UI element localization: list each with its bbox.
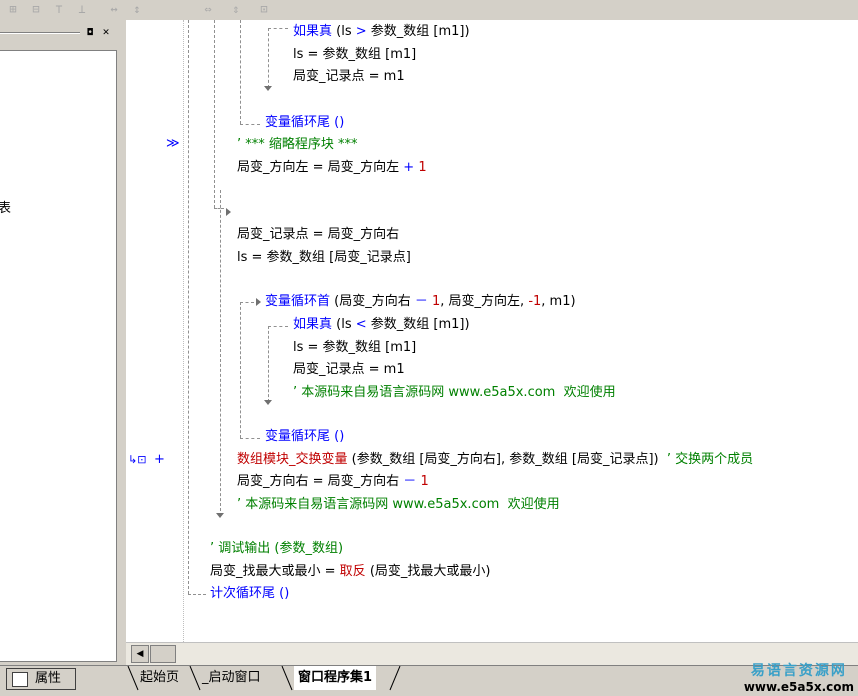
space-vertical-icon[interactable]: ↕ xyxy=(127,1,147,18)
align-center-icon[interactable]: ⊟ xyxy=(26,1,46,18)
align-top-icon[interactable]: ⊤ xyxy=(49,1,69,18)
panel-restore-icon[interactable]: ◘ xyxy=(84,27,96,39)
scroll-left-icon[interactable]: ◀ xyxy=(131,645,149,663)
code-line-18[interactable]: ’ 调试输出 (参数_数组) xyxy=(210,541,343,557)
code-line-9[interactable]: 变量循环首 (局变_方向右 － 1, 局变_方向左, -1, m1) xyxy=(265,294,576,310)
align-middle-icon[interactable]: ⊥ xyxy=(72,1,92,18)
code-line-16[interactable]: 局变_方向右 = 局变_方向右 － 1 xyxy=(237,474,429,490)
arrow-down-icon xyxy=(264,86,272,91)
loop-guide xyxy=(188,20,189,594)
tab-start-page[interactable]: 起始页 xyxy=(140,666,179,690)
bottom-bar: 属性 起始页 _启动窗口 窗口程序集1 易语言资源网 www.e5a5x.com xyxy=(0,663,858,696)
code-line-4[interactable]: 变量循环尾 () xyxy=(265,115,344,131)
code-line-15[interactable]: 数组模块_交换变量 (参数_数组 [局变_方向右], 参数_数组 [局变_记录点… xyxy=(237,452,753,468)
block-guide xyxy=(214,20,215,208)
tab-divider xyxy=(127,666,139,691)
code-line-7[interactable]: 局变_记录点 = 局变_方向右 xyxy=(237,227,399,243)
space-horizontal-icon[interactable]: ↔ xyxy=(104,1,124,18)
code-editor[interactable]: ≫ ↳⊡ + 如果真 (ls > 参数_数组 [m1]) ls = 参数_数组 … xyxy=(126,20,858,642)
tab-window-module[interactable]: 窗口程序集1 xyxy=(294,666,377,690)
gutter-divider xyxy=(183,20,184,642)
tab-divider xyxy=(281,666,293,691)
watermark: 易语言资源网 www.e5a5x.com xyxy=(744,660,854,694)
inner-loop-guide-2 xyxy=(240,302,241,438)
tab-divider xyxy=(189,666,201,691)
code-line-17[interactable]: ’ 本源码来自易语言源码网 www.e5a5x.com 欢迎使用 xyxy=(237,497,560,513)
code-line-11[interactable]: ls = 参数_数组 [m1] xyxy=(293,340,416,356)
inner-loop-guide-end xyxy=(240,124,260,125)
align-left-icon[interactable]: ⊞ xyxy=(3,1,23,18)
tab-divider xyxy=(389,666,401,691)
watermark-title: 易语言资源网 xyxy=(750,663,847,679)
panel-tree-item[interactable]: 表 xyxy=(0,197,11,216)
code-line-2[interactable]: ls = 参数_数组 [m1] xyxy=(293,47,416,63)
watermark-url: www.e5a5x.com xyxy=(743,680,854,694)
same-height-icon[interactable]: ⇕ xyxy=(226,1,246,18)
panel-close-icon[interactable]: ✕ xyxy=(100,27,112,39)
code-line-5[interactable]: ’ *** 缩略程序块 *** xyxy=(237,137,358,153)
inner-loop-guide xyxy=(240,20,241,124)
if-guide-head xyxy=(268,28,288,29)
code-line-14[interactable]: 变量循环尾 () xyxy=(265,429,344,445)
current-line-icon: ↳⊡ xyxy=(128,453,147,466)
arrow-down-icon xyxy=(264,400,272,405)
inner-loop-guide-2-end xyxy=(240,438,260,439)
properties-tab[interactable]: 属性 xyxy=(6,668,76,690)
code-line-6[interactable]: 局变_方向左 = 局变_方向左 + 1 xyxy=(237,160,427,176)
code-line-13[interactable]: ’ 本源码来自易语言源码网 www.e5a5x.com 欢迎使用 xyxy=(293,385,616,401)
same-width-icon[interactable]: ⇔ xyxy=(198,1,218,18)
arrow-right-icon xyxy=(226,208,231,216)
if-guide-2-head xyxy=(268,326,288,327)
toolbar: ⊞ ⊟ ⊤ ⊥ ↔ ↕ ⇔ ⇕ ⊡ xyxy=(0,0,858,21)
code-line-12[interactable]: 局变_记录点 = m1 xyxy=(293,362,405,378)
tab-startup-window[interactable]: _启动窗口 xyxy=(202,666,261,690)
code-line-20[interactable]: 计次循环尾 () xyxy=(210,586,289,602)
properties-tab-label: 属性 xyxy=(35,671,62,686)
properties-icon xyxy=(12,672,28,687)
code-line-8[interactable]: ls = 参数_数组 [局变_记录点] xyxy=(237,250,411,266)
code-line-19[interactable]: 局变_找最大或最小 = 取反 (局变_找最大或最小) xyxy=(210,564,490,580)
block-guide-2 xyxy=(220,190,221,516)
panel-tree[interactable]: 表 xyxy=(0,50,117,662)
same-size-icon[interactable]: ⊡ xyxy=(254,1,274,18)
panel-grip[interactable] xyxy=(0,32,80,34)
code-line-10[interactable]: 如果真 (ls < 参数_数组 [m1]) xyxy=(293,317,470,333)
breakpoint-marker[interactable]: + xyxy=(154,452,165,468)
scroll-thumb[interactable] xyxy=(150,645,176,663)
arrow-right-icon xyxy=(256,298,261,306)
if-guide xyxy=(268,28,269,88)
arrow-down-icon xyxy=(216,513,224,518)
collapsed-block-icon[interactable]: ≫ xyxy=(166,136,180,152)
code-line-1[interactable]: 如果真 (ls > 参数_数组 [m1]) xyxy=(293,24,470,40)
panel-header: ◘ ✕ xyxy=(0,25,118,41)
left-dock-panel: ◘ ✕ 表 xyxy=(0,20,120,665)
block-guide-end xyxy=(214,208,224,209)
code-line-3[interactable]: 局变_记录点 = m1 xyxy=(293,69,405,85)
if-guide-2 xyxy=(268,326,269,402)
inner-loop-guide-2-head xyxy=(240,302,254,303)
loop-guide-end xyxy=(188,594,206,595)
